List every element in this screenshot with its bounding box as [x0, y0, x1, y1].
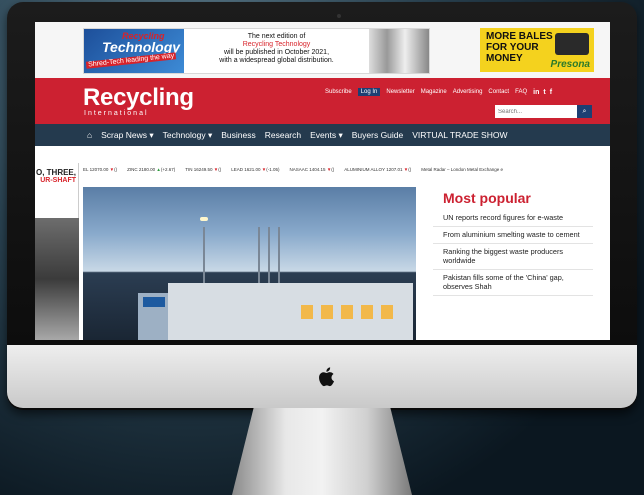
ticker-item: LEAD 1621.00 ▼(-1.05) [231, 166, 280, 172]
lit-window [301, 305, 313, 319]
lit-window [341, 305, 353, 319]
facebook-icon[interactable]: f [550, 89, 552, 96]
ticker-item: ALUMINIUM ALLOY 1207.01 ▼() [344, 166, 412, 172]
ticker-item: ZINC 2180.00 ▲(+2.67) [127, 166, 176, 172]
ticker-item: TIN 16249.50 ▼() [185, 166, 222, 172]
twitter-icon[interactable]: t [543, 89, 545, 96]
hero-image[interactable] [83, 187, 416, 340]
ad-logo: Recycling Technology Shred-Tech leading … [84, 29, 184, 73]
site-header: Recycling International Subscribe Log In… [35, 78, 610, 124]
search-input[interactable] [495, 105, 577, 118]
ticker-item: Metal Radar – London Metal Exchange e [421, 166, 504, 172]
popular-article-link[interactable]: From aluminium smelting waste to cement [433, 227, 593, 244]
advertising-link[interactable]: Advertising [453, 89, 483, 95]
side-ad-line-2: UR-SHAFT [40, 177, 76, 184]
nav-business[interactable]: Business [221, 130, 256, 140]
presona-ad[interactable]: MORE BALES FOR YOUR MONEY Presona [480, 28, 594, 72]
recycling-technology-ad[interactable]: Recycling Technology Shred-Tech leading … [83, 28, 430, 74]
contact-link[interactable]: Contact [488, 89, 509, 95]
metal-price-ticker: EL 12070.00 ▼() ZINC 2180.00 ▲(+2.67) TI… [81, 163, 610, 175]
magazine-link[interactable]: Magazine [421, 89, 447, 95]
site-logo[interactable]: Recycling [83, 84, 194, 112]
lit-window [321, 305, 333, 319]
presona-brand: Presona [550, 59, 590, 70]
ad-line-3: will be published in October 2021, [223, 49, 330, 56]
side-ad[interactable]: O, THREE, UR-SHAFT [35, 163, 79, 340]
ad-strip: Recycling Technology Shred-Tech leading … [35, 22, 610, 78]
apple-logo-icon [319, 367, 334, 387]
main-nav: ⌂ Scrap News ▾ Technology ▾ Business Res… [35, 124, 610, 146]
presona-line-2: FOR YOUR [486, 42, 539, 53]
newsletter-link[interactable]: Newsletter [386, 89, 414, 95]
popular-article-link[interactable]: Pakistan fills some of the 'China' gap, … [433, 270, 593, 296]
search-icon[interactable]: ⌕ [577, 105, 592, 118]
lit-window [381, 305, 393, 319]
nav-scrap-news[interactable]: Scrap News ▾ [101, 130, 153, 141]
most-popular-panel: Most popular UN reports record figures f… [433, 190, 593, 296]
side-ad-line-1: O, THREE, [35, 168, 76, 177]
nav-buyers-guide[interactable]: Buyers Guide [352, 130, 404, 140]
browser-screen: Recycling Technology Shred-Tech leading … [35, 22, 610, 340]
camera-icon [337, 14, 341, 18]
presona-ad-text: MORE BALES FOR YOUR MONEY [486, 31, 553, 64]
ad-line-1: The next edition of [247, 33, 306, 40]
nav-events[interactable]: Events ▾ [310, 130, 343, 141]
monitor-stand [232, 408, 412, 495]
ticker-item: EL 12070.00 ▼() [83, 166, 118, 172]
lit-window [361, 305, 373, 319]
ticker-item: NASAAC 1404.15 ▼() [289, 166, 335, 172]
search-box: ⌕ [495, 105, 592, 118]
ad-line-4: with a widespread global distribution. [219, 57, 334, 64]
side-ad-text: O, THREE, UR-SHAFT [35, 163, 79, 218]
most-popular-title: Most popular [443, 190, 531, 206]
ad-image [369, 29, 429, 73]
linkedin-icon[interactable]: in [533, 89, 539, 96]
login-button[interactable]: Log In [357, 88, 381, 96]
social-links: in t f [533, 89, 552, 96]
side-ad-image [35, 218, 79, 340]
site-logo-sub: International [84, 110, 149, 117]
top-links: Subscribe Log In Newsletter Magazine Adv… [325, 88, 552, 96]
nav-technology[interactable]: Technology ▾ [163, 130, 213, 141]
nav-research[interactable]: Research [265, 130, 301, 140]
popular-article-link[interactable]: UN reports record figures for e-waste [433, 210, 593, 227]
popular-article-link[interactable]: Ranking the biggest waste producers worl… [433, 244, 593, 270]
nav-virtual-trade-show[interactable]: VIRTUAL TRADE SHOW [412, 130, 507, 140]
building-logo [143, 297, 165, 307]
subscribe-link[interactable]: Subscribe [325, 89, 352, 95]
ad-text: The next edition of Recycling Technology… [184, 29, 369, 73]
home-icon[interactable]: ⌂ [87, 130, 92, 140]
presona-line-3: MONEY [486, 53, 523, 64]
factory-building [168, 283, 413, 340]
ad-line-2: Recycling Technology [242, 41, 311, 48]
presona-line-1: MORE BALES [486, 31, 553, 42]
baler-machine-image [555, 33, 589, 55]
lamp [200, 217, 208, 221]
faq-link[interactable]: FAQ [515, 89, 527, 95]
